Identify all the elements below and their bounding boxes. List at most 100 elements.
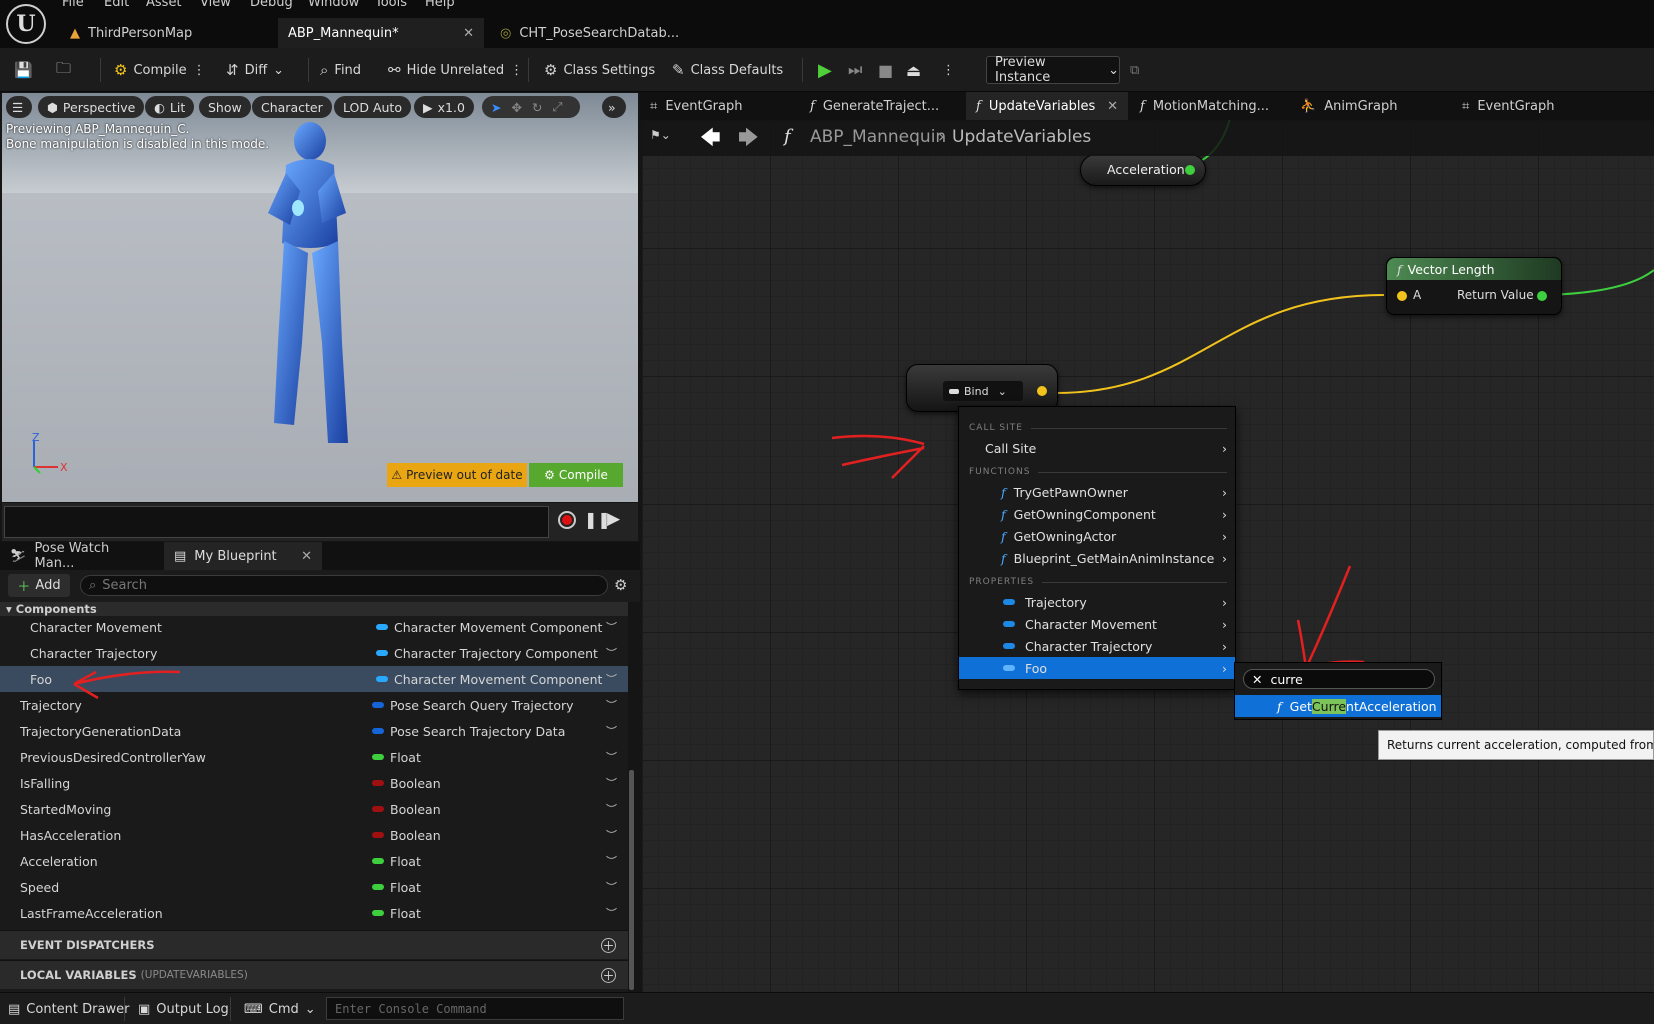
doc-tab-thirdpersonmap[interactable]: ▲ ThirdPersonMap [60,18,270,48]
variable-row-startedmoving[interactable]: StartedMoving Boolean ︶ [0,796,628,822]
tab-motion-matching[interactable]: f MotionMatching... [1130,92,1288,120]
breadcrumb-current[interactable]: UpdateVariables [952,127,1091,147]
variable-row-isfalling[interactable]: IsFalling Boolean ︶ [0,770,628,796]
rotate-tool-icon[interactable]: ↻ [532,100,542,115]
property-access-node[interactable]: Bind ⌄ [906,364,1058,412]
eject-icon[interactable]: ⏏ [906,58,921,82]
cmd-dropdown[interactable]: ⌨ Cmd ⌄ [244,997,316,1021]
console-command-input[interactable]: Enter Console Command [326,997,624,1020]
doc-tab-cht-posesearch[interactable]: ◎ CHT_PoseSearchDatab... [490,18,690,48]
menu-item-getowningactor[interactable]: f GetOwningActor › [959,525,1235,547]
preview-instance-dropdown[interactable]: Preview Instance ⌄ [986,55,1120,85]
menu-tools[interactable]: Tools [375,0,407,10]
menu-item-call-site[interactable]: Call Site › [959,437,1235,459]
more-options-icon[interactable]: ⋮ [942,58,955,82]
record-icon[interactable] [558,511,576,529]
play-icon[interactable]: ▶ [818,58,832,82]
visibility-eye-icon[interactable]: ︶ [606,905,617,921]
menu-help[interactable]: Help [425,0,455,10]
variable-row-character-movement[interactable]: Character Movement Character Movement Co… [0,614,628,640]
visibility-eye-icon[interactable]: ︶ [606,775,617,791]
character-button[interactable]: Character [252,96,332,118]
menu-item-foo[interactable]: Foo › [959,657,1235,679]
select-tool-icon[interactable]: ➤ [491,100,501,115]
close-tab-icon[interactable]: ✕ [301,549,312,564]
breadcrumb-root[interactable]: ABP_Mannequin [810,127,946,147]
vector-input-pin[interactable] [1397,291,1407,301]
forward-arrow-icon[interactable]: 🡆 [738,123,759,157]
step-icon[interactable]: ⏭ [848,58,862,82]
find-button[interactable]: ⌕ Find [320,58,361,82]
browse-icon[interactable]: 🗀 [56,58,71,82]
clear-search-icon[interactable]: ✕ [1252,672,1262,687]
menu-debug[interactable]: Debug [250,0,293,10]
bookmark-icon[interactable]: ⚑⌄ [650,128,671,142]
variable-row-lastframeacceleration[interactable]: LastFrameAcceleration Float ︶ [0,900,628,926]
settings-gear-icon[interactable]: ⚙ [614,576,627,594]
back-arrow-icon[interactable]: 🡄 [700,123,721,157]
visibility-eye-icon[interactable]: ︶ [606,645,617,661]
variable-row-previous-desired-controller-yaw[interactable]: PreviousDesiredControllerYaw Float ︶ [0,744,628,770]
visibility-eye-icon[interactable]: ︶ [606,749,617,765]
close-tab-icon[interactable]: ✕ [463,26,474,41]
tab-generate-trajectory[interactable]: f GenerateTraject... [800,92,960,120]
float-output-pin[interactable] [1185,165,1195,175]
debug-filter-icon[interactable]: ⧉ [1130,58,1139,82]
visibility-eye-icon[interactable]: ︶ [606,853,617,869]
variable-row-speed[interactable]: Speed Float ︶ [0,874,628,900]
menu-item-getmainaniminstance[interactable]: f Blueprint_GetMainAnimInstance › [959,547,1235,569]
show-button[interactable]: Show [199,96,251,118]
variable-row-trajectory-generation-data[interactable]: TrajectoryGenerationData Pose Search Tra… [0,718,628,744]
visibility-eye-icon[interactable]: ︶ [606,879,617,895]
visibility-eye-icon[interactable]: ︶ [606,697,617,713]
float-output-pin[interactable] [1537,291,1547,301]
add-event-dispatcher-icon[interactable]: ＋ [601,937,616,953]
tab-update-variables[interactable]: f UpdateVariables ✕ [966,92,1128,120]
bind-dropdown[interactable]: Bind ⌄ [943,381,1023,401]
tab-my-blueprint[interactable]: ▤ My Blueprint ✕ [164,542,322,570]
compile-button[interactable]: ⚙ Compile ⋮ [114,58,206,82]
output-log-button[interactable]: ▣ Output Log [138,997,229,1021]
menu-asset[interactable]: Asset [146,0,182,10]
vector-output-pin[interactable] [1037,386,1047,396]
visibility-eye-icon[interactable]: ︶ [606,827,617,843]
menu-window[interactable]: Window [308,0,359,10]
more-options-icon[interactable]: ⋮ [193,63,206,78]
vector-length-node[interactable]: f Vector Length A Return Value [1386,257,1562,315]
lit-button[interactable]: ◐ Lit [145,96,195,118]
menu-item-character-trajectory[interactable]: Character Trajectory › [959,635,1235,657]
stop-icon[interactable]: ■ [878,58,893,82]
scale-tool-icon[interactable]: ⤢ [552,99,562,115]
variable-row-hasacceleration[interactable]: HasAcceleration Boolean ︶ [0,822,628,848]
variable-row-acceleration[interactable]: Acceleration Float ︶ [0,848,628,874]
transform-tools[interactable]: ➤ ✥ ↻ ⤢ [482,96,580,118]
expand-icon[interactable]: » [602,96,626,118]
visibility-eye-icon[interactable]: ︶ [606,801,617,817]
more-options-icon[interactable]: ⋮ [510,63,523,78]
lod-button[interactable]: LOD Auto [334,96,411,118]
menu-edit[interactable]: Edit [104,0,129,10]
visibility-eye-icon[interactable]: ︶ [606,619,617,635]
add-local-variable-icon[interactable]: ＋ [601,967,616,983]
timeline-scrubber[interactable] [4,506,549,538]
search-input[interactable]: ⌕ Search [80,575,608,596]
event-dispatchers-section[interactable]: EVENT DISPATCHERS ＋ [0,930,628,959]
tab-eventgraph-2[interactable]: ⌗ EventGraph [1452,92,1610,120]
class-settings-button[interactable]: ⚙ Class Settings [544,58,655,82]
menu-file[interactable]: File [62,0,84,10]
hide-unrelated-button[interactable]: ⚯ Hide Unrelated ⋮ [388,58,523,82]
menu-item-getcurrentacceleration[interactable]: f Get Curre ntAcceleration [1235,695,1441,717]
preview-out-of-date-badge[interactable]: ⚠ Preview out of date [387,463,527,487]
menu-item-trygetpawnowner[interactable]: f TryGetPawnOwner › [959,481,1235,503]
viewport-menu-icon[interactable]: ☰ [6,96,32,118]
unreal-logo-icon[interactable]: U [6,4,46,44]
perspective-button[interactable]: ⬢ Perspective [38,96,145,118]
tab-eventgraph[interactable]: ⌗ EventGraph [640,92,798,120]
save-icon[interactable]: 💾 [14,58,33,82]
class-defaults-button[interactable]: ✎ Class Defaults [672,58,783,82]
preview-viewport[interactable]: ☰ ⬢ Perspective ◐ Lit Show Character LOD A… [2,93,638,502]
move-tool-icon[interactable]: ✥ [511,100,521,115]
doc-tab-abp-mannequin[interactable]: ABP_Mannequin* ✕ [278,18,484,48]
visibility-eye-icon[interactable]: ︶ [606,723,617,739]
diff-button[interactable]: ⇵ Diff ⌄ [226,58,284,82]
